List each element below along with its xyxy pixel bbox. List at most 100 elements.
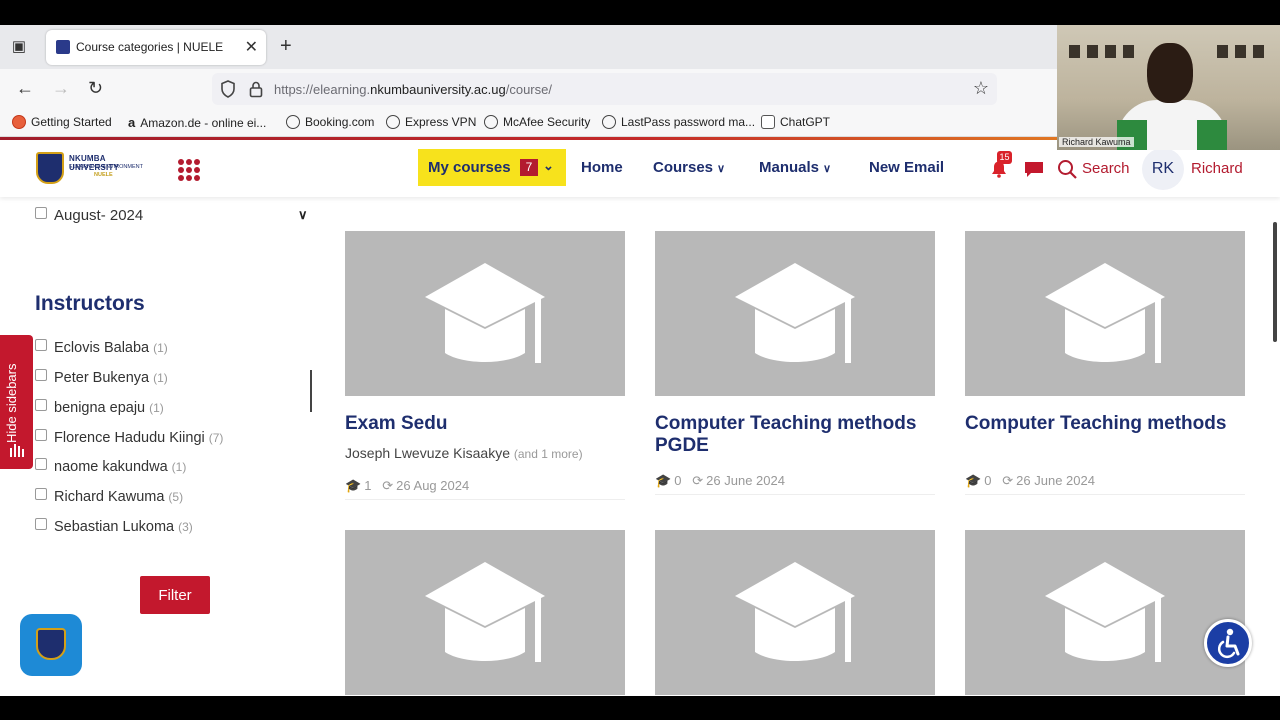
menu-manuals[interactable]: Manuals ∨	[759, 159, 831, 176]
bookmark-amazon[interactable]: a Amazon.de - online ei...	[128, 115, 266, 130]
course-thumbnail[interactable]	[965, 530, 1245, 695]
instructor-filter-item[interactable]: Richard Kawuma (5)	[35, 488, 183, 505]
instructor-filter-item[interactable]: Florence Hadudu Kiingi (7)	[35, 429, 223, 446]
site-logo[interactable]: NKUMBA UNIVERSITY ELEARNING ENVIRONMENT …	[36, 152, 146, 186]
webcam-person	[1147, 43, 1193, 103]
reload-icon[interactable]: ↻	[88, 78, 103, 99]
bookmark-label: Booking.com	[305, 115, 375, 129]
course-thumbnail[interactable]	[655, 231, 935, 396]
instructor-name: Florence Hadudu Kiingi	[54, 430, 205, 446]
new-tab-icon[interactable]: +	[280, 35, 292, 58]
logo-line-2: ELEARNING ENVIRONMENT	[69, 164, 143, 170]
course-student-count: 1	[364, 478, 372, 493]
apps-grid-icon[interactable]	[178, 159, 200, 181]
instructor-course-count: (1)	[153, 341, 168, 355]
course-meta: 🎓 1 ⟳ 26 Aug 2024	[345, 478, 469, 494]
my-courses-label: My courses	[428, 159, 511, 176]
menu-manuals-label: Manuals	[759, 159, 820, 176]
course-student-count: 0	[984, 473, 992, 488]
webcam-person	[1197, 120, 1227, 150]
my-courses-button[interactable]: My courses 7 ⌄	[418, 149, 566, 186]
checkbox[interactable]	[35, 369, 47, 381]
site-favicon-icon	[56, 40, 70, 54]
menu-home[interactable]: Home	[581, 159, 623, 176]
chevron-down-icon[interactable]: ∨	[298, 207, 308, 223]
chevron-down-icon: ⌄	[543, 158, 554, 173]
search-link[interactable]: Search	[1082, 160, 1130, 177]
course-thumbnail[interactable]	[345, 231, 625, 396]
checkbox[interactable]	[35, 429, 47, 441]
webcam-overlay: Richard Kawuma	[1057, 25, 1280, 150]
course-updated-date: 26 June 2024	[1016, 473, 1095, 488]
chevron-down-icon: ∨	[823, 163, 832, 175]
checkbox[interactable]	[35, 207, 47, 219]
course-card[interactable]	[345, 530, 625, 696]
webcam-participant-name: Richard Kawuma	[1059, 137, 1134, 147]
course-card[interactable]: Computer Teaching methods PGDE 🎓 0 ⟳ 26 Ju…	[655, 231, 935, 496]
user-name-link[interactable]: Richard	[1191, 160, 1243, 177]
instructor-filter-item[interactable]: Sebastian Lukoma (3)	[35, 518, 193, 535]
bookmark-mcafee[interactable]: McAfee Security	[484, 115, 590, 129]
instructors-heading: Instructors	[35, 292, 145, 315]
course-author-name: Joseph Lwevuze Kisaakye	[345, 445, 510, 461]
bookmark-getting-started[interactable]: Getting Started	[12, 115, 112, 129]
instructor-course-count: (3)	[178, 520, 193, 534]
course-title[interactable]: Exam Sedu	[345, 413, 625, 435]
instructor-filter-item[interactable]: Eclovis Balaba (1)	[35, 339, 168, 356]
globe-icon	[286, 115, 300, 129]
course-card[interactable]	[965, 530, 1245, 696]
checkbox[interactable]	[35, 339, 47, 351]
bookmark-star-icon[interactable]: ☆	[973, 78, 989, 99]
browser-tab-active[interactable]: Course categories | NUELE ✕	[46, 30, 266, 65]
checkbox[interactable]	[35, 518, 47, 530]
bookmark-booking[interactable]: Booking.com	[286, 115, 374, 129]
course-author-more: (and 1 more)	[513, 447, 583, 461]
menu-courses[interactable]: Courses ∨	[653, 159, 725, 176]
course-thumbnail[interactable]	[655, 530, 935, 695]
bookmark-chatgpt[interactable]: ChatGPT	[761, 115, 830, 129]
checkbox[interactable]	[35, 458, 47, 470]
search-icon[interactable]	[1057, 159, 1077, 179]
checkbox[interactable]	[35, 488, 47, 500]
instructor-name: Peter Bukenya	[54, 370, 150, 386]
sidebar-scrollbar[interactable]	[310, 370, 312, 412]
filter-button[interactable]: Filter	[140, 576, 210, 614]
accessibility-button[interactable]	[1204, 619, 1252, 667]
menu-home-label: Home	[581, 159, 623, 176]
hide-sidebars-button[interactable]: Hide sidebars	[0, 335, 33, 469]
forward-icon[interactable]: →	[52, 78, 70, 99]
course-thumbnail[interactable]	[345, 530, 625, 695]
bookmark-label: Express VPN	[405, 115, 477, 129]
close-tab-icon[interactable]: ✕	[245, 37, 258, 57]
graduation-cap-icon	[425, 263, 545, 363]
back-icon[interactable]: ←	[16, 78, 34, 99]
instructor-filter-item[interactable]: Peter Bukenya (1)	[35, 369, 168, 386]
graduation-cap-icon	[1045, 263, 1165, 363]
graduation-cap-icon	[735, 562, 855, 662]
tab-title: Course categories | NUELE	[76, 40, 224, 54]
date-filter-option[interactable]: August- 2024	[35, 207, 143, 224]
menu-new-email[interactable]: New Email	[869, 159, 944, 176]
instructor-filter-item[interactable]: naome kakundwa (1)	[35, 458, 186, 475]
page-scrollbar[interactable]	[1273, 222, 1277, 342]
course-title[interactable]: Computer Teaching methods PGDE	[655, 413, 935, 457]
instructor-filter-item[interactable]: benigna epaju (1)	[35, 399, 164, 416]
course-card[interactable]	[655, 530, 935, 696]
chatgpt-icon	[761, 115, 775, 129]
bookmark-lastpass[interactable]: LastPass password ma...	[602, 115, 755, 129]
course-title[interactable]: Computer Teaching methods	[965, 413, 1245, 435]
bookmark-express-vpn[interactable]: Express VPN	[386, 115, 476, 129]
avatar[interactable]: RK	[1142, 148, 1184, 190]
url-prefix: https://elearning.	[274, 82, 371, 97]
app-launcher-button[interactable]	[20, 614, 82, 676]
chat-icon[interactable]	[1024, 161, 1044, 178]
course-thumbnail[interactable]	[965, 231, 1245, 396]
bookmark-label: ChatGPT	[780, 115, 831, 129]
tab-list-icon[interactable]: ▣	[8, 37, 30, 57]
course-card[interactable]: Exam Sedu Joseph Lwevuze Kisaakye (and 1…	[345, 231, 625, 501]
checkbox[interactable]	[35, 399, 47, 411]
url-domain: nkumbauniversity.ac.ug	[370, 82, 506, 97]
course-card[interactable]: Computer Teaching methods 🎓 0 ⟳ 26 June 20…	[965, 231, 1245, 496]
instructor-course-count: (7)	[208, 431, 224, 445]
address-bar[interactable]: https://elearning.nkumbauniversity.ac.ug…	[212, 73, 997, 105]
